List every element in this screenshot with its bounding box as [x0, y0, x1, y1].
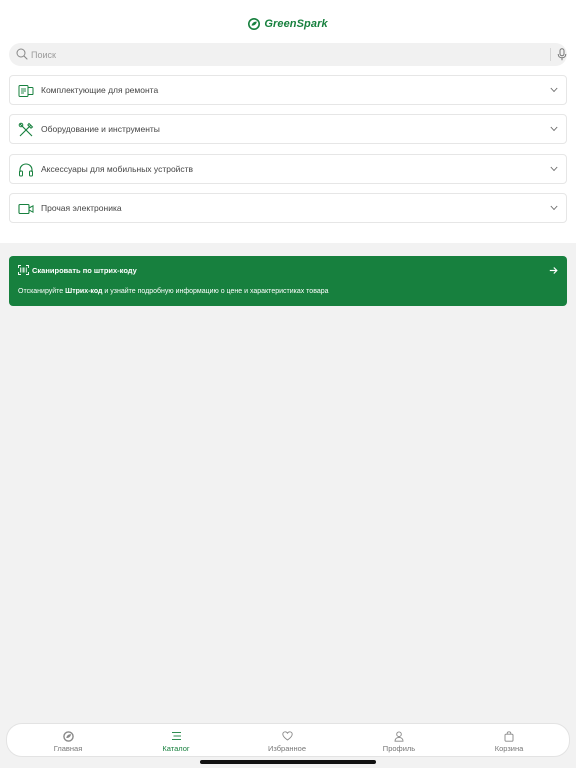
- microphone-icon[interactable]: [557, 48, 567, 61]
- scan-desc-bold: Штрих-код: [65, 288, 103, 295]
- category-label: Аксессуары для мобильных устройств: [41, 164, 194, 174]
- arrow-right-icon: [549, 267, 558, 274]
- tools-icon: [18, 122, 34, 137]
- scan-banner-description: Отсканируйте Штрих-код и узнайте подробн…: [18, 288, 329, 295]
- phone-parts-icon: [18, 85, 34, 97]
- tab-label: Профиль: [382, 744, 416, 753]
- headphones-icon: [19, 163, 33, 177]
- category-item-other-electronics[interactable]: Прочая электроника: [9, 193, 567, 223]
- scan-desc-suffix: и узнайте подробную информацию о цене и …: [102, 288, 329, 295]
- header-area: GreenSpark Комплектующие для ремонта: [0, 0, 576, 243]
- tab-label: Избранное: [267, 744, 306, 753]
- category-item-tools[interactable]: Оборудование и инструменты: [9, 114, 567, 144]
- search-input[interactable]: [31, 45, 531, 64]
- category-label: Прочая электроника: [41, 203, 122, 213]
- tab-catalog[interactable]: Каталог: [131, 724, 221, 758]
- scan-barcode-banner[interactable]: Сканировать по штрих-коду Отсканируйте Ш…: [9, 256, 567, 306]
- tab-label: Каталог: [162, 744, 190, 753]
- tab-label: Корзина: [494, 744, 524, 753]
- heart-icon: [281, 731, 293, 741]
- bottom-tab-bar: Главная Каталог Избранное Профиль Корзин…: [6, 723, 570, 757]
- catalog-list-icon: [171, 732, 181, 740]
- scan-banner-title: Сканировать по штрих-коду: [32, 266, 137, 275]
- chevron-down-icon: [550, 166, 558, 172]
- home-indicator: [200, 760, 376, 764]
- category-label: Оборудование и инструменты: [41, 124, 160, 134]
- chevron-down-icon: [550, 87, 558, 93]
- scan-desc-prefix: Отсканируйте: [18, 288, 66, 295]
- tab-cart[interactable]: Корзина: [464, 724, 554, 758]
- category-label: Комплектующие для ремонта: [41, 85, 159, 95]
- barcode-scan-icon: [18, 265, 29, 275]
- tab-profile[interactable]: Профиль: [354, 724, 444, 758]
- search-icon: [16, 48, 28, 60]
- tab-label: Главная: [53, 744, 83, 753]
- cart-bag-icon: [504, 730, 514, 742]
- brand-logo[interactable]: GreenSpark: [0, 18, 576, 30]
- category-item-repair-parts[interactable]: Комплектующие для ремонта: [9, 75, 567, 105]
- greenspark-logo-icon: [248, 18, 261, 30]
- search-bar[interactable]: [9, 43, 567, 66]
- tab-home[interactable]: Главная: [23, 724, 113, 758]
- home-logo-icon: [62, 730, 74, 742]
- video-camera-icon: [18, 203, 34, 215]
- chevron-down-icon: [550, 126, 558, 132]
- profile-icon: [394, 730, 404, 742]
- search-divider: [550, 48, 551, 61]
- brand-name: GreenSpark: [264, 18, 328, 30]
- category-item-accessories[interactable]: Аксессуары для мобильных устройств: [9, 154, 567, 184]
- tab-favorites[interactable]: Избранное: [242, 724, 332, 758]
- chevron-down-icon: [550, 205, 558, 211]
